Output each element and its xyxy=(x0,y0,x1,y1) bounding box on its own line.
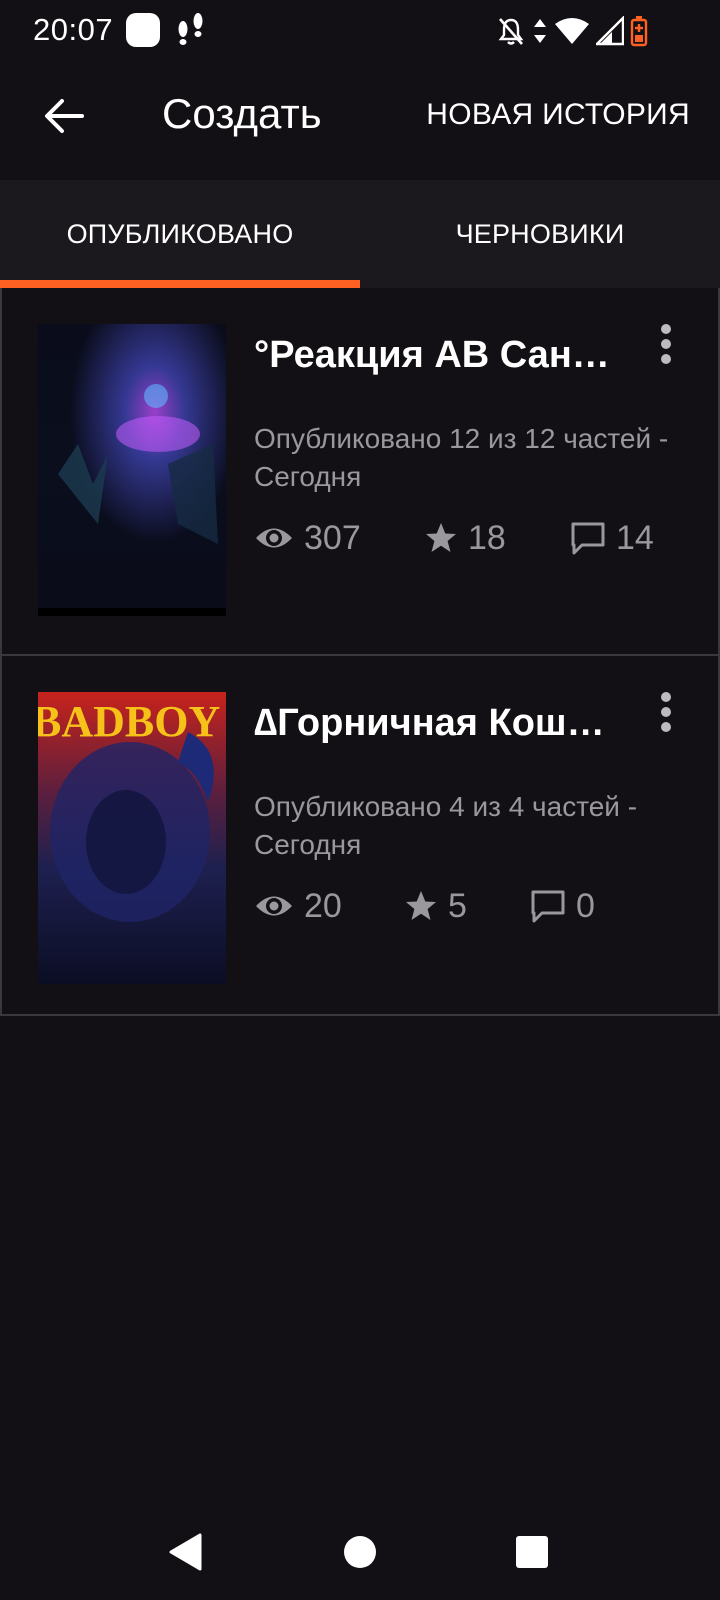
comments-stat: 0 xyxy=(530,882,595,930)
story-card[interactable]: BADBOY ∆Горничная Кош… Опубликовано 4 из… xyxy=(0,656,720,1016)
back-button[interactable] xyxy=(36,88,92,144)
status-icons xyxy=(496,14,648,48)
more-vert-icon xyxy=(661,324,671,334)
story-meta: Опубликовано 4 из 4 частей - Сегодня xyxy=(254,791,638,860)
nav-recents-button[interactable] xyxy=(500,1520,564,1584)
cover-title-text: BADBOY xyxy=(38,697,220,746)
nav-home-button[interactable] xyxy=(328,1520,392,1584)
battery-charging-icon xyxy=(630,16,648,47)
data-arrows-icon xyxy=(534,19,546,43)
story-stats: 20 5 0 xyxy=(254,882,704,930)
votes-count: 5 xyxy=(448,886,467,925)
story-title[interactable]: °Реакция АВ Санс… xyxy=(254,334,630,377)
comment-icon xyxy=(571,522,605,555)
eye-icon xyxy=(256,528,292,548)
nav-back-button[interactable] xyxy=(153,1520,217,1584)
wifi-icon xyxy=(555,18,589,44)
views-count: 307 xyxy=(304,518,361,557)
comment-icon xyxy=(531,890,565,923)
story-meta: Опубликовано 12 из 12 частей - Сегодня xyxy=(254,423,669,492)
more-vert-icon xyxy=(661,692,671,702)
story-title[interactable]: ∆Горничная Кош… xyxy=(254,702,630,745)
triangle-back-icon xyxy=(169,1533,202,1571)
square-recents-icon xyxy=(516,1536,548,1568)
app-notification-icon xyxy=(126,13,160,47)
steps-icon xyxy=(178,13,203,45)
views-count: 20 xyxy=(304,886,342,925)
views-stat: 20 xyxy=(254,882,342,930)
eye-icon xyxy=(256,896,292,916)
star-icon xyxy=(406,891,436,920)
story-card[interactable]: °Реакция АВ Санс… Опубликовано 12 из 12 … xyxy=(0,288,720,656)
app-bar: Создать НОВАЯ ИСТОРИЯ xyxy=(0,62,720,180)
system-nav-bar xyxy=(0,1504,720,1600)
new-story-button[interactable]: НОВАЯ ИСТОРИЯ xyxy=(426,98,690,132)
status-time: 20:07 xyxy=(33,12,114,47)
story-list: °Реакция АВ Санс… Опубликовано 12 из 12 … xyxy=(0,288,720,1016)
star-icon xyxy=(426,523,456,552)
tab-published[interactable]: ОПУБЛИКОВАНО xyxy=(0,180,360,288)
tab-drafts[interactable]: ЧЕРНОВИКИ xyxy=(360,180,720,288)
votes-stat: 18 xyxy=(424,514,506,562)
views-stat: 307 xyxy=(254,514,361,562)
tab-bar: ОПУБЛИКОВАНО ЧЕРНОВИКИ xyxy=(0,180,720,288)
signal-icon xyxy=(596,16,624,46)
more-options-button[interactable] xyxy=(652,324,680,364)
cover-image xyxy=(38,324,226,616)
cover-image: BADBOY xyxy=(38,692,226,984)
votes-count: 18 xyxy=(468,518,506,557)
more-options-button[interactable] xyxy=(652,692,680,732)
comments-count: 14 xyxy=(616,518,654,557)
circle-home-icon xyxy=(344,1536,376,1568)
votes-stat: 5 xyxy=(404,882,467,930)
status-bar: 20:07 xyxy=(0,0,720,62)
comments-stat: 14 xyxy=(570,514,654,562)
page-title: Создать xyxy=(162,90,322,137)
story-stats: 307 18 14 xyxy=(254,514,704,562)
comments-count: 0 xyxy=(576,886,595,925)
story-cover[interactable] xyxy=(38,324,226,616)
bell-off-icon xyxy=(498,18,524,45)
screen: 20:07 Создать НОВАЯ ИСТОРИЯ ОПУБЛИКОВАНО… xyxy=(0,0,720,1600)
arrow-left-icon xyxy=(45,99,84,133)
story-cover[interactable]: BADBOY xyxy=(38,692,226,984)
active-tab-indicator xyxy=(0,280,360,288)
